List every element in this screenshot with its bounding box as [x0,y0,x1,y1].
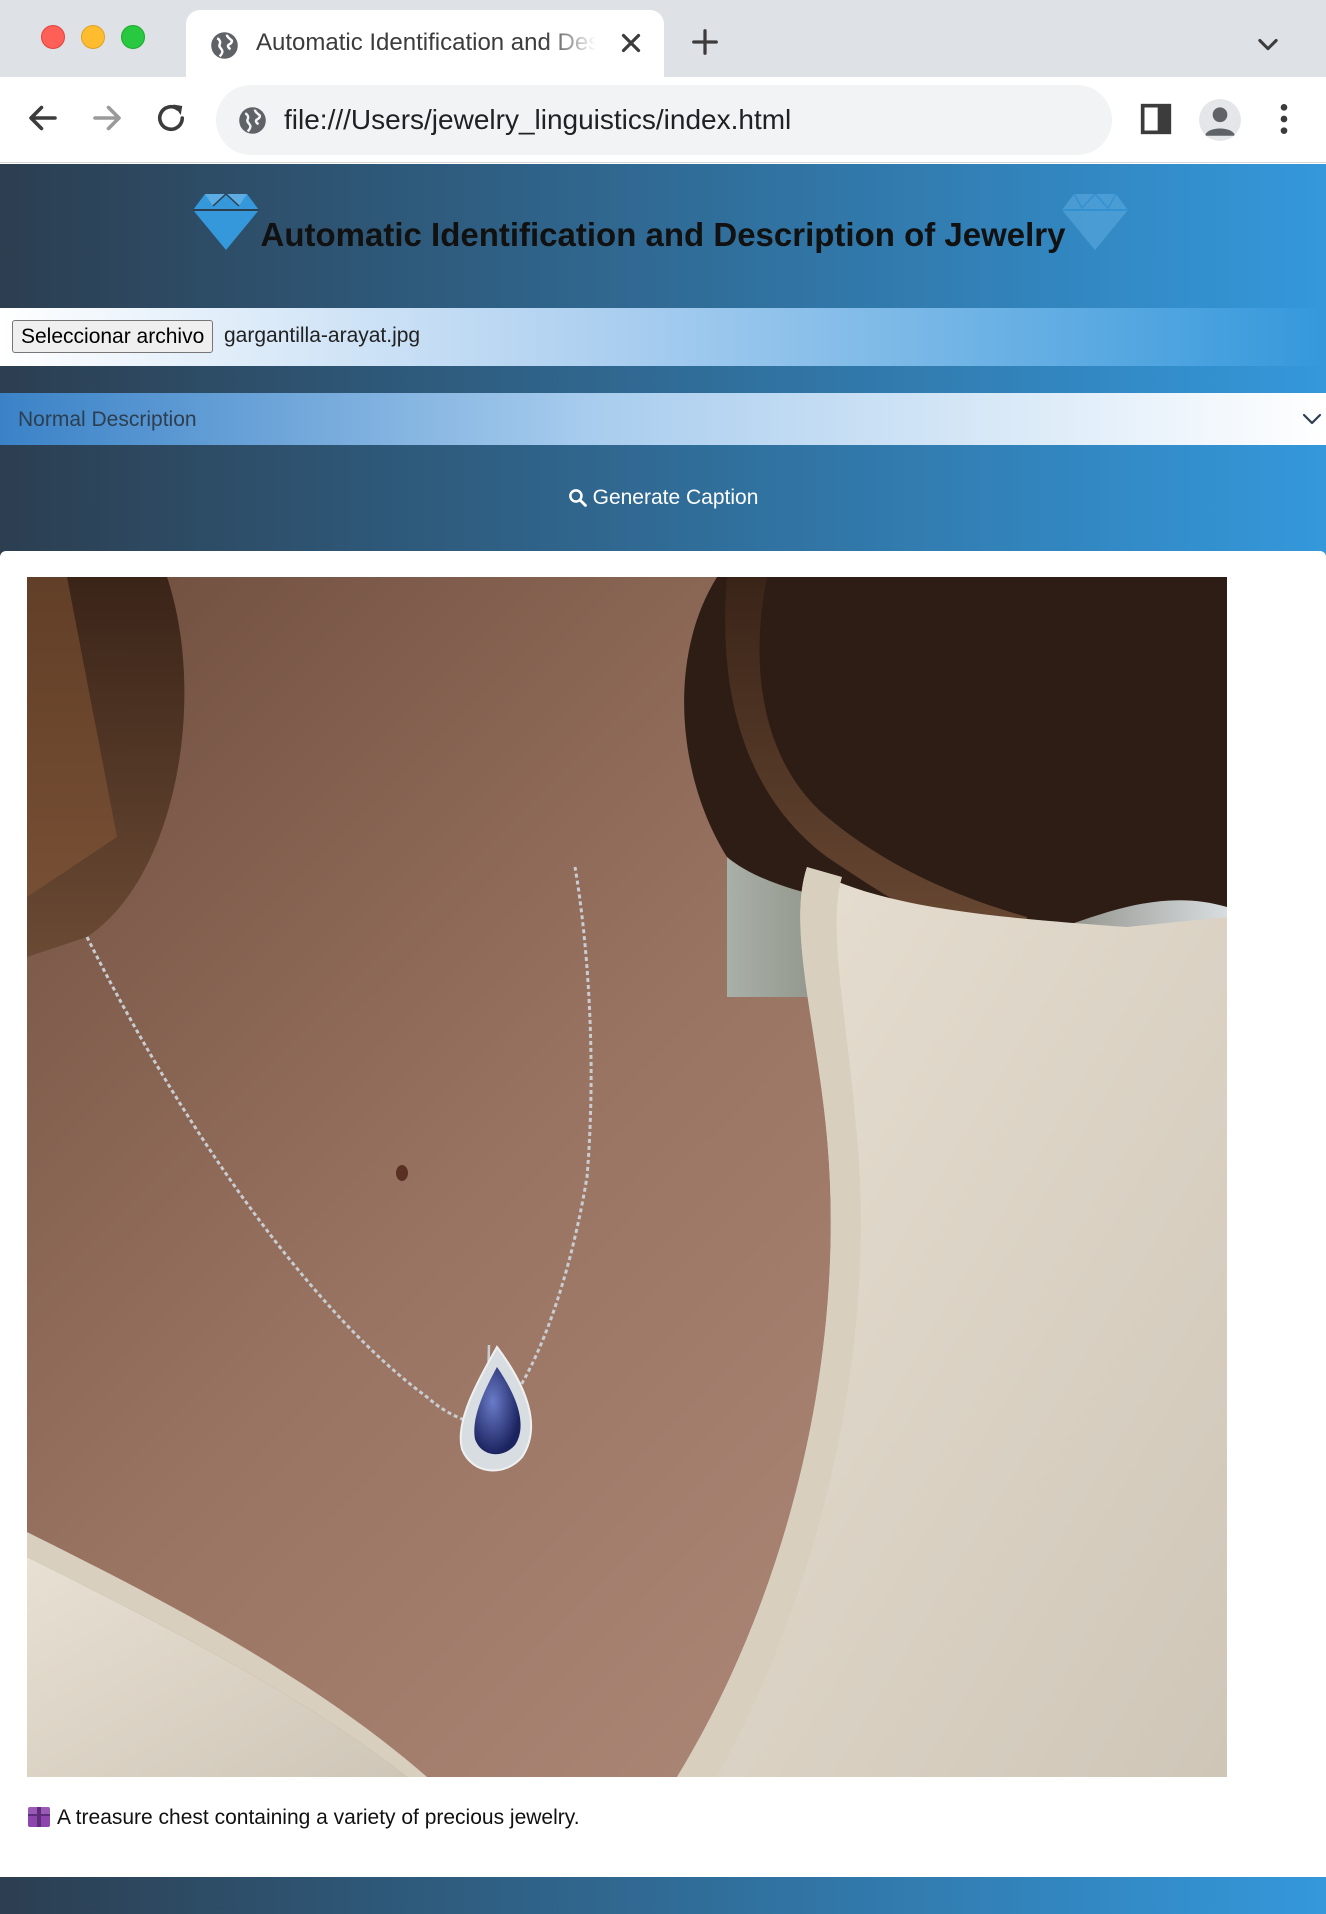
generate-caption-label: Generate Caption [592,486,759,509]
chevron-down-icon [1302,413,1322,425]
caption-text: A treasure chest containing a variety of… [57,1806,580,1829]
new-tab-icon[interactable] [690,27,720,57]
back-arrow-icon[interactable] [25,100,61,136]
search-icon [568,489,587,507]
profile-avatar[interactable] [1199,99,1241,141]
tab-search-chevron-icon[interactable] [1254,30,1282,58]
minimize-window-button[interactable] [81,25,105,49]
site-info-icon[interactable] [238,106,267,135]
tab-title: Automatic Identification and Description… [256,29,596,56]
browser-tab-strip: Automatic Identification and Description… [0,0,1326,77]
browser-toolbar: file:///Users/jewelry_linguistics/index.… [0,77,1326,163]
maximize-window-button[interactable] [121,25,145,49]
side-panel-icon[interactable] [1136,99,1176,139]
result-card: A treasure chest containing a variety of… [0,551,1326,1877]
description-type-select[interactable]: Normal Description [0,393,1326,445]
selected-file-name: gargantilla-arayat.jpg [224,324,421,347]
diamond-icon [1062,194,1128,250]
person-icon [1205,107,1235,136]
page-body: Automatic Identification and Description… [0,164,1326,1914]
file-upload-field: Seleccionar archivo gargantilla-arayat.j… [0,308,1326,366]
selected-option: Normal Description [18,408,197,431]
necklace-photo [27,577,1227,1777]
browser-tab-active[interactable]: Automatic Identification and Description… [186,10,664,77]
forward-arrow-icon[interactable] [89,100,125,136]
close-tab-icon[interactable] [616,28,646,58]
gift-icon [28,1807,50,1827]
close-window-button[interactable] [41,25,65,49]
kebab-menu-icon[interactable] [1264,99,1304,139]
uploaded-jewelry-image [27,577,1227,1777]
page-header: Automatic Identification and Description… [0,164,1326,280]
choose-file-button[interactable]: Seleccionar archivo [12,320,214,353]
address-bar[interactable]: file:///Users/jewelry_linguistics/index.… [216,85,1112,155]
globe-icon [211,32,238,59]
reload-icon[interactable] [153,100,189,136]
generated-caption: A treasure chest containing a variety of… [27,1806,580,1830]
url-text: file:///Users/jewelry_linguistics/index.… [284,104,792,135]
generate-caption-button[interactable]: Generate Caption [0,472,1326,524]
